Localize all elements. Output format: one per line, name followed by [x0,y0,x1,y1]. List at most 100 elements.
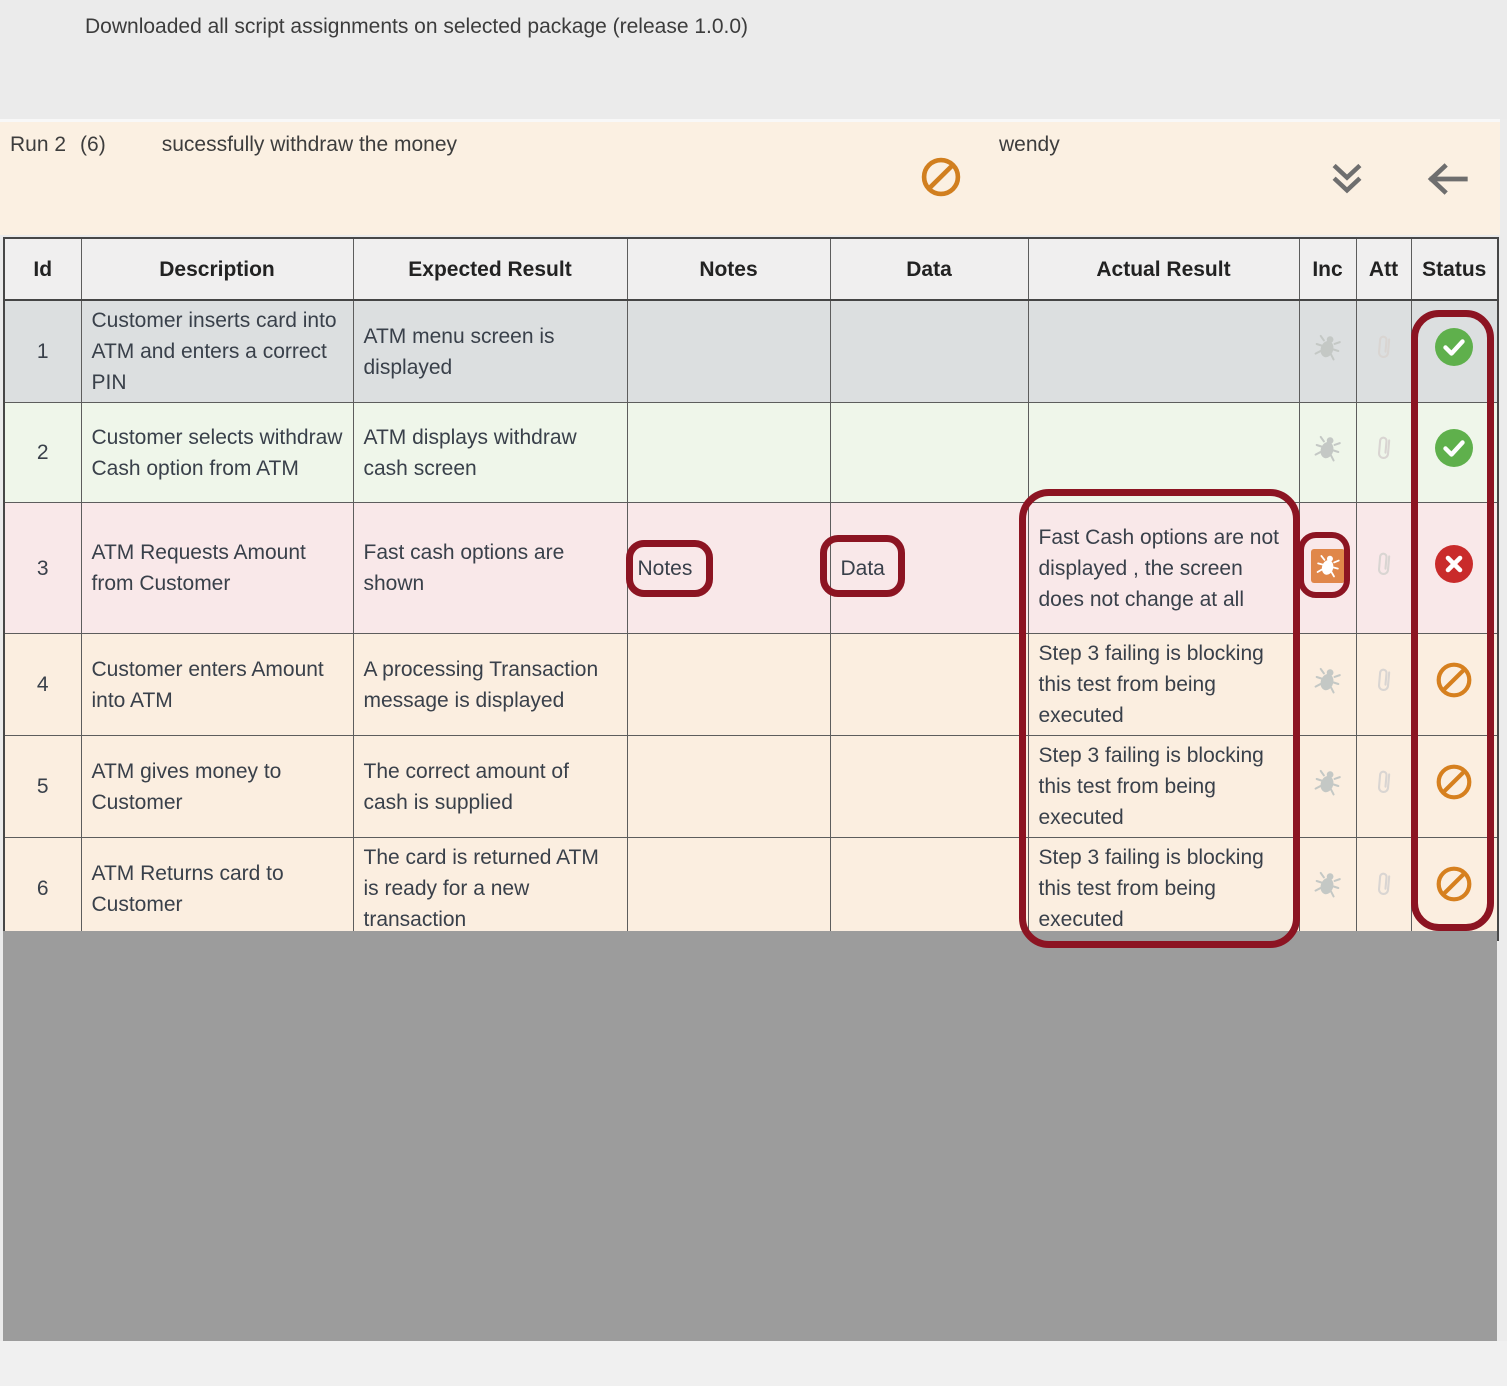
cell-incident [1299,503,1356,634]
bug-icon[interactable] [1310,764,1345,800]
step-row-3: 3 ATM Requests Amount from Customer Fast… [4,503,1498,634]
status-blocked-icon [1435,865,1473,903]
column-header-description: Description [81,238,353,300]
run-owner-label: wendy [999,133,1060,157]
cell-expected-result: A processing Transaction message is disp… [353,634,627,736]
column-header-inc: Inc [1299,238,1356,300]
cell-id: 6 [4,838,81,941]
cell-expected-result: The card is returned ATM is ready for a … [353,838,627,941]
column-header-expected-result: Expected Result [353,238,627,300]
cell-status [1411,634,1498,736]
cell-expected-result: Fast cash options are shown [353,503,627,634]
toast-message: Downloaded all script assignments on sel… [85,15,748,39]
bug-icon[interactable] [1310,329,1345,365]
bug-icon[interactable] [1310,866,1345,902]
cell-description: Customer enters Amount into ATM [81,634,353,736]
run-label: Run 2 [10,133,66,156]
table-header-row: Id Description Expected Result Notes Dat… [4,238,1498,300]
cell-expected-result: ATM displays withdraw cash screen [353,403,627,503]
paperclip-icon[interactable] [1374,664,1393,695]
bug-icon [1313,550,1343,581]
right-margin [1500,119,1507,1341]
cell-attachment [1356,300,1411,403]
back-button[interactable] [1424,159,1470,199]
cell-attachment [1356,403,1411,503]
cell-notes [627,838,830,941]
run-header-bar: Run 2 (6) sucessfully withdraw the money w… [0,119,1500,235]
app-window: Downloaded all script assignments on sel… [0,0,1507,1386]
cell-id: 4 [4,634,81,736]
paperclip-icon[interactable] [1374,868,1393,899]
cell-expected-result: The correct amount of cash is supplied [353,736,627,838]
column-header-id: Id [4,238,81,300]
column-header-actual-result: Actual Result [1028,238,1299,300]
cell-incident [1299,300,1356,403]
empty-area [3,931,1497,1341]
step-row-4: 4 Customer enters Amount into ATM A proc… [4,634,1498,736]
paperclip-icon[interactable] [1374,766,1393,797]
cell-id: 5 [4,736,81,838]
cell-description: Customer selects withdraw Cash option fr… [81,403,353,503]
bug-icon[interactable] [1310,662,1345,698]
cell-attachment [1356,838,1411,941]
run-blocked-icon [920,156,962,198]
cell-id: 1 [4,300,81,403]
toast-area: Downloaded all script assignments on sel… [0,0,1507,119]
collapse-all-button[interactable] [1329,161,1365,197]
notes-link[interactable]: Notes [638,557,693,580]
paperclip-icon[interactable] [1374,432,1393,463]
column-header-data: Data [830,238,1028,300]
cell-attachment [1356,634,1411,736]
cell-notes [627,403,830,503]
cell-status [1411,736,1498,838]
cell-incident [1299,403,1356,503]
column-header-status: Status [1411,238,1498,300]
cell-actual-result: Fast Cash options are not displayed , th… [1028,503,1299,634]
status-blocked-icon [1435,661,1473,699]
cell-id: 2 [4,403,81,503]
cell-status [1411,503,1498,634]
cell-actual-result: Step 3 failing is blocking this test fro… [1028,634,1299,736]
cell-data [830,838,1028,941]
cell-notes [627,634,830,736]
cell-status [1411,300,1498,403]
arrow-left-icon [1424,159,1470,199]
step-row-1: 1 Customer inserts card into ATM and ent… [4,300,1498,403]
cell-description: ATM Requests Amount from Customer [81,503,353,634]
run-step-count: (6) [80,133,106,156]
status-passed-icon [1435,429,1473,467]
cell-actual-result [1028,403,1299,503]
cell-data [830,403,1028,503]
cell-id: 3 [4,503,81,634]
cell-notes: Notes [627,503,830,634]
step-row-5: 5 ATM gives money to Customer The correc… [4,736,1498,838]
cell-data [830,736,1028,838]
cell-notes [627,736,830,838]
cell-description: ATM Returns card to Customer [81,838,353,941]
double-chevron-down-icon [1329,161,1365,197]
cell-notes [627,300,830,403]
cell-data [830,300,1028,403]
cell-actual-result: Step 3 failing is blocking this test fro… [1028,736,1299,838]
step-row-2: 2 Customer selects withdraw Cash option … [4,403,1498,503]
status-passed-icon [1435,328,1473,366]
cell-incident [1299,634,1356,736]
cell-incident [1299,736,1356,838]
new-incident-button[interactable] [1311,549,1345,583]
cell-status [1411,403,1498,503]
run-title: sucessfully withdraw the money [162,133,457,156]
cell-attachment [1356,503,1411,634]
column-header-notes: Notes [627,238,830,300]
paperclip-icon[interactable] [1374,548,1393,579]
cell-description: ATM gives money to Customer [81,736,353,838]
data-link[interactable]: Data [841,557,885,580]
cell-status [1411,838,1498,941]
test-steps-table: Id Description Expected Result Notes Dat… [3,237,1499,941]
status-blocked-icon [1435,763,1473,801]
paperclip-icon[interactable] [1374,331,1393,362]
cell-actual-result [1028,300,1299,403]
bug-icon[interactable] [1310,430,1345,466]
cell-actual-result: Step 3 failing is blocking this test fro… [1028,838,1299,941]
cell-data: Data [830,503,1028,634]
cell-description: Customer inserts card into ATM and enter… [81,300,353,403]
